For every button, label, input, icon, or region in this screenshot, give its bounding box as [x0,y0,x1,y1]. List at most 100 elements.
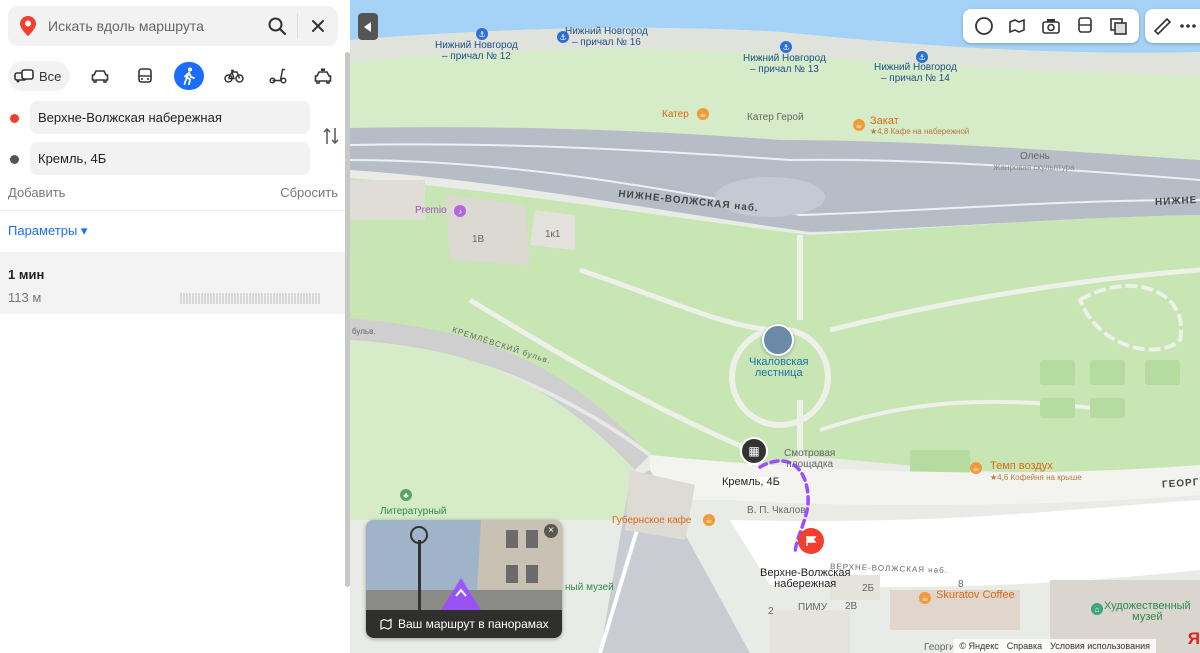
map-tools-toolbar [1145,9,1200,43]
pier-label[interactable]: Нижний Новгород – причал № 16 [565,26,648,48]
cafe-icon[interactable]: ☕ [697,108,709,120]
map-layers-toolbar [963,9,1139,43]
poi-temp-label[interactable]: Темп воздух [990,461,1053,472]
more-button[interactable] [1175,13,1200,39]
building-number: 2В [845,601,858,612]
poi-chkalov-stairs-label[interactable]: Чкаловская лестница [749,357,809,379]
layer-scheme-button[interactable] [971,13,997,39]
building-marker-icon[interactable]: ▦ [740,437,768,465]
mode-all-button[interactable]: Все [8,61,71,91]
route-search-input[interactable] [48,18,257,34]
poi-premio-label[interactable]: Premio [415,205,447,216]
mode-scooter-button[interactable] [263,61,293,91]
poi-chkalov-label[interactable]: В. П. Чкалов [747,505,806,516]
poi-art-museum-label[interactable]: Художественный музей [1104,601,1191,623]
mode-taxi-button[interactable] [308,61,338,91]
transport-modes: Все [8,61,338,91]
building-number: 2Б [862,583,875,594]
reset-route-button[interactable]: Сбросить [280,185,338,200]
start-marker-icon[interactable] [798,528,824,554]
pier-label[interactable]: Нижний Новгород – причал № 13 [743,53,826,75]
layers-icon [1110,18,1127,35]
destination-label[interactable]: Кремль, 4Б [722,477,780,488]
scooter-icon [269,68,287,84]
poi-kater-geroy-label[interactable]: Катер Герой [747,112,804,123]
swap-route-button[interactable] [322,126,340,146]
start-point-dot [10,114,19,123]
poi-literary-label[interactable]: Литературный [380,506,447,517]
layer-transport-button[interactable] [1072,13,1098,39]
location-pin-icon [8,16,48,36]
chkalov-stairs-photo[interactable] [762,324,794,356]
end-point-dot [10,155,19,164]
road-label: НИЖНЕ [1154,194,1198,209]
panorama-caption[interactable]: Ваш маршрут в панорамах [366,610,562,638]
building-number: 2 [768,606,774,617]
map-footer: © Яндекс Справка Условия использования [953,639,1156,653]
layer-panorama-button[interactable] [1004,13,1030,39]
swap-arrows-icon [323,127,339,145]
museum-icon[interactable]: ⌂ [1091,603,1103,615]
route-panel: Все Верхне-Волжская набережная [0,0,348,653]
cafe-icon[interactable]: ☕ [853,119,865,131]
mode-bike-button[interactable] [219,61,249,91]
poi-gubern-label[interactable]: Губернское кафе [612,515,691,526]
mode-car-button[interactable] [85,61,115,91]
globe-icon [974,17,993,35]
poi-museum-label[interactable]: ный музей [565,582,614,593]
road-label: Георги [924,642,955,653]
add-waypoint-button[interactable]: Добавить [8,185,65,200]
pier-icon[interactable]: ⚓ [780,41,792,53]
road-label: бульв. [352,327,376,336]
poi-kater-label[interactable]: Катер [662,109,689,120]
copyright-link[interactable]: © Яндекс [959,641,998,651]
panorama-caption-text: Ваш маршрут в панорамах [398,617,549,631]
mode-bus-button[interactable] [130,61,160,91]
bike-icon [224,69,244,83]
yandex-logo[interactable]: Я [1188,629,1200,649]
panorama-preview-card[interactable]: × Ваш маршрут в панорамах [366,520,562,638]
bus-icon [1077,17,1092,33]
more-dots-icon [1180,24,1196,28]
camera-icon [1042,19,1060,34]
poi-olen-label[interactable]: Олень [1020,151,1050,162]
park-icon[interactable]: ♣ [400,489,412,501]
arrow-left-icon [364,21,371,32]
music-icon[interactable]: ♪ [454,205,466,217]
pier-label[interactable]: Нижний Новгород – причал № 12 [435,40,518,62]
maps-app: Все Верхне-Волжская набережная [0,0,1200,653]
pier-label[interactable]: Нижний Новгород – причал № 14 [874,62,957,84]
car-icon [91,70,109,83]
cafe-icon[interactable]: ☕ [703,514,715,526]
route-option-card[interactable]: 1 мин 113 м [0,252,346,314]
route-parameters-button[interactable]: Параметры ▾ [8,223,87,239]
mode-all-label: Все [39,68,62,84]
cafe-icon[interactable]: ☕ [970,462,982,474]
route-from-field[interactable]: Верхне-Волжская набережная [30,101,310,134]
search-button[interactable] [257,6,297,46]
cafe-icon[interactable]: ☕ [919,592,931,604]
close-button[interactable] [298,6,338,46]
poi-smotr-label[interactable]: Смотровая площадка [784,448,835,470]
help-link[interactable]: Справка [1007,641,1042,651]
layer-photo-button[interactable] [1038,13,1064,39]
flag-icon [806,536,817,546]
route-to-field[interactable]: Кремль, 4Б [30,142,310,175]
ruler-button[interactable] [1149,13,1175,39]
layer-switch-button[interactable] [1105,13,1131,39]
mode-walk-button[interactable] [174,62,205,90]
poi-zakat-rating: ★4,8 Кафе на набережной [870,127,970,136]
route-to-value: Кремль, 4Б [38,151,107,166]
bus-icon [137,67,152,83]
divider [0,210,348,211]
terms-link[interactable]: Условия использования [1050,641,1150,651]
panorama-close-button[interactable]: × [544,524,558,538]
poi-pimu-label[interactable]: ПИМУ [798,602,827,613]
map-view[interactable]: ⚓ Нижний Новгород – причал № 12 ⚓ Нижний … [350,0,1200,653]
poi-skuratov-label[interactable]: Skuratov Coffee [936,590,1015,601]
building-number: 1В [472,234,485,245]
pier-icon[interactable]: ⚓ [476,28,488,40]
collapse-panel-button[interactable] [358,13,378,40]
ruler-icon [1153,17,1172,36]
poi-temp-rating: ★4,6 Кофейня на крыше [990,473,1082,482]
